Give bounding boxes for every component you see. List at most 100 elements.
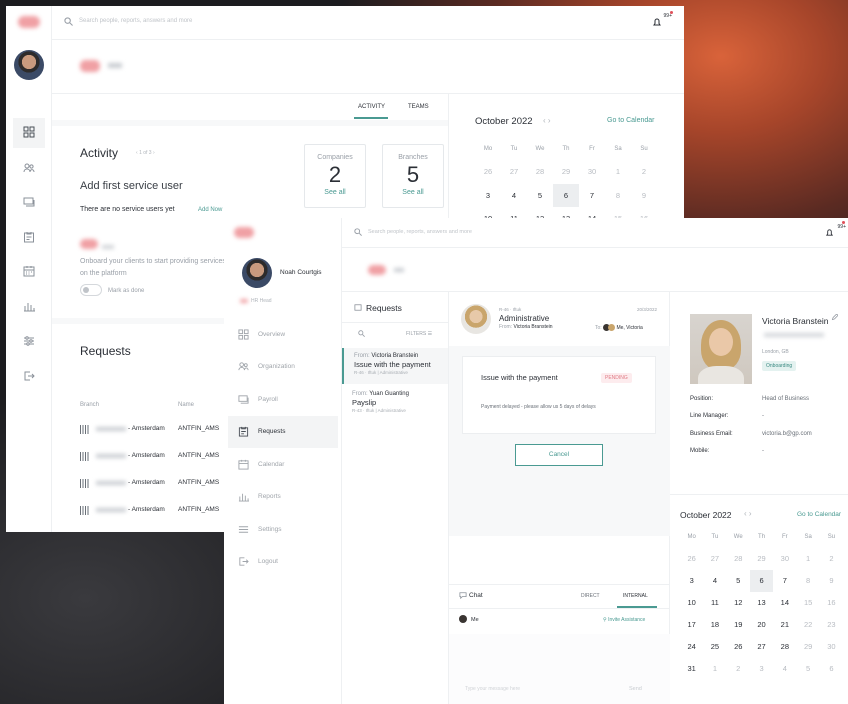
search-input[interactable]: Search people, reports, answers and more <box>368 229 472 235</box>
sidebar-item-settings[interactable]: Settings <box>228 513 338 545</box>
calendar-icon[interactable] <box>23 265 35 277</box>
see-all-link[interactable]: See all <box>383 189 443 196</box>
dashboard-icon[interactable] <box>23 126 35 138</box>
calendar-day[interactable]: 5 <box>796 658 819 680</box>
people-icon[interactable] <box>23 162 35 174</box>
calendar-day[interactable]: 3 <box>475 184 501 208</box>
calendar-day[interactable]: 8 <box>605 184 631 208</box>
calendar-day[interactable]: 6 <box>820 658 843 680</box>
sidebar-item-calendar[interactable]: Calendar <box>228 448 338 480</box>
calendar-day[interactable]: 4 <box>703 570 726 592</box>
calendar-day[interactable]: 30 <box>820 636 843 658</box>
calendar-day[interactable]: 28 <box>727 548 750 570</box>
calendar-day[interactable]: 18 <box>703 614 726 636</box>
see-all-link[interactable]: See all <box>305 189 365 196</box>
activity-pager[interactable]: ‹ 1 of 3 › <box>136 150 155 156</box>
chat-input[interactable]: Type your message here <box>465 686 520 692</box>
calendar-day[interactable]: 30 <box>773 548 796 570</box>
calendar-day[interactable]: 6 <box>749 570 774 592</box>
calendar-day[interactable]: 31 <box>680 658 703 680</box>
branches-stat[interactable]: Branches 5 See all <box>382 144 444 208</box>
calendar-day[interactable]: 6 <box>553 183 579 207</box>
calendar-day[interactable]: 23 <box>820 614 843 636</box>
calendar-day[interactable]: 27 <box>703 548 726 570</box>
calendar-day[interactable]: 4 <box>501 184 527 208</box>
settings-icon[interactable] <box>23 335 35 347</box>
calendar-day[interactable]: 5 <box>527 184 553 208</box>
calendar-day[interactable]: 27 <box>501 160 527 184</box>
requests-icon[interactable] <box>23 231 35 243</box>
calendar-day[interactable]: 12 <box>727 592 750 614</box>
send-button[interactable]: Send <box>629 686 642 692</box>
sidebar-item-reports[interactable]: Reports <box>228 481 338 513</box>
calendar-day[interactable]: 5 <box>727 570 750 592</box>
request-list-item[interactable]: From: Victoria Branstein Issue with the p… <box>342 348 448 384</box>
calendar-day[interactable]: 20 <box>750 614 773 636</box>
calendar-day[interactable]: 13 <box>750 592 773 614</box>
calendar-day[interactable]: 25 <box>703 636 726 658</box>
calendar-day[interactable]: 28 <box>773 636 796 658</box>
calendar-day[interactable]: 11 <box>703 592 726 614</box>
calendar-day[interactable]: 15 <box>796 592 819 614</box>
calendar-day[interactable]: 28 <box>527 160 553 184</box>
reports-icon[interactable] <box>23 300 35 312</box>
search-icon[interactable] <box>358 330 365 337</box>
user-avatar[interactable] <box>242 258 272 288</box>
chat-tab-internal[interactable]: INTERNAL <box>623 593 648 599</box>
calendar-day[interactable]: 30 <box>579 160 605 184</box>
user-avatar[interactable] <box>14 50 44 80</box>
calendar-day[interactable]: 29 <box>796 636 819 658</box>
calendar-day[interactable]: 29 <box>553 160 579 184</box>
calendar-day[interactable]: 26 <box>475 160 501 184</box>
search-input[interactable]: Search people, reports, answers and more <box>79 18 192 24</box>
calendar-day[interactable]: 27 <box>750 636 773 658</box>
calendar-day[interactable]: 1 <box>703 658 726 680</box>
sidebar-item-payroll[interactable]: Payroll <box>228 383 338 415</box>
calendar-day[interactable]: 10 <box>680 592 703 614</box>
calendar-day[interactable]: 17 <box>680 614 703 636</box>
calendar-day[interactable]: 8 <box>796 570 819 592</box>
calendar-day[interactable]: 4 <box>773 658 796 680</box>
calendar-day[interactable]: 26 <box>680 548 703 570</box>
tab-activity[interactable]: ACTIVITY <box>358 104 385 110</box>
calendar-day[interactable]: 9 <box>631 184 657 208</box>
calendar-day[interactable]: 9 <box>820 570 843 592</box>
notification-bell-icon[interactable] <box>652 17 662 27</box>
calendar-day[interactable]: 14 <box>773 592 796 614</box>
request-list-item[interactable]: From: Yuan Guanting Payslip R-43 · Iftuk |… <box>342 386 448 422</box>
calendar-day[interactable]: 26 <box>727 636 750 658</box>
calendar-day[interactable]: 24 <box>680 636 703 658</box>
calendar-nav[interactable]: ‹ › <box>744 509 752 518</box>
calendar-day[interactable]: 2 <box>820 548 843 570</box>
calendar-day[interactable]: 19 <box>727 614 750 636</box>
sidebar-item-organization[interactable]: Organization <box>228 351 338 383</box>
cancel-button[interactable]: Cancel <box>515 444 603 466</box>
calendar-day[interactable]: 3 <box>750 658 773 680</box>
calendar-day[interactable]: 3 <box>680 570 703 592</box>
calendar-day[interactable]: 2 <box>727 658 750 680</box>
payroll-icon[interactable] <box>23 196 35 208</box>
calendar-day[interactable]: 7 <box>579 184 605 208</box>
calendar-day[interactable]: 16 <box>820 592 843 614</box>
edit-icon[interactable] <box>831 314 838 321</box>
invite-assistance-link[interactable]: ⚲ Invite Assistance <box>603 617 645 623</box>
calendar-day[interactable]: 22 <box>796 614 819 636</box>
calendar-day[interactable]: 21 <box>773 614 796 636</box>
calendar-nav[interactable]: ‹ › <box>543 116 551 125</box>
go-to-calendar-link[interactable]: Go to Calendar <box>797 511 841 518</box>
notification-bell-icon[interactable] <box>825 228 834 237</box>
mark-done-toggle[interactable] <box>80 284 102 296</box>
calendar-day[interactable]: 7 <box>773 570 796 592</box>
go-to-calendar-link[interactable]: Go to Calendar <box>607 117 654 124</box>
calendar-day[interactable]: 29 <box>750 548 773 570</box>
companies-stat[interactable]: Companies 2 See all <box>304 144 366 208</box>
filters-button[interactable]: FILTERS ☰ <box>406 331 432 337</box>
calendar-day[interactable]: 1 <box>796 548 819 570</box>
calendar-day[interactable]: 1 <box>605 160 631 184</box>
chat-tab-direct[interactable]: DIRECT <box>581 593 600 599</box>
sidebar-item-overview[interactable]: Overview <box>228 318 338 350</box>
add-now-link[interactable]: Add Now <box>198 207 222 213</box>
tab-teams[interactable]: TEAMS <box>408 104 429 110</box>
logout-icon[interactable] <box>23 370 35 382</box>
sidebar-item-logout[interactable]: Logout <box>228 546 338 578</box>
